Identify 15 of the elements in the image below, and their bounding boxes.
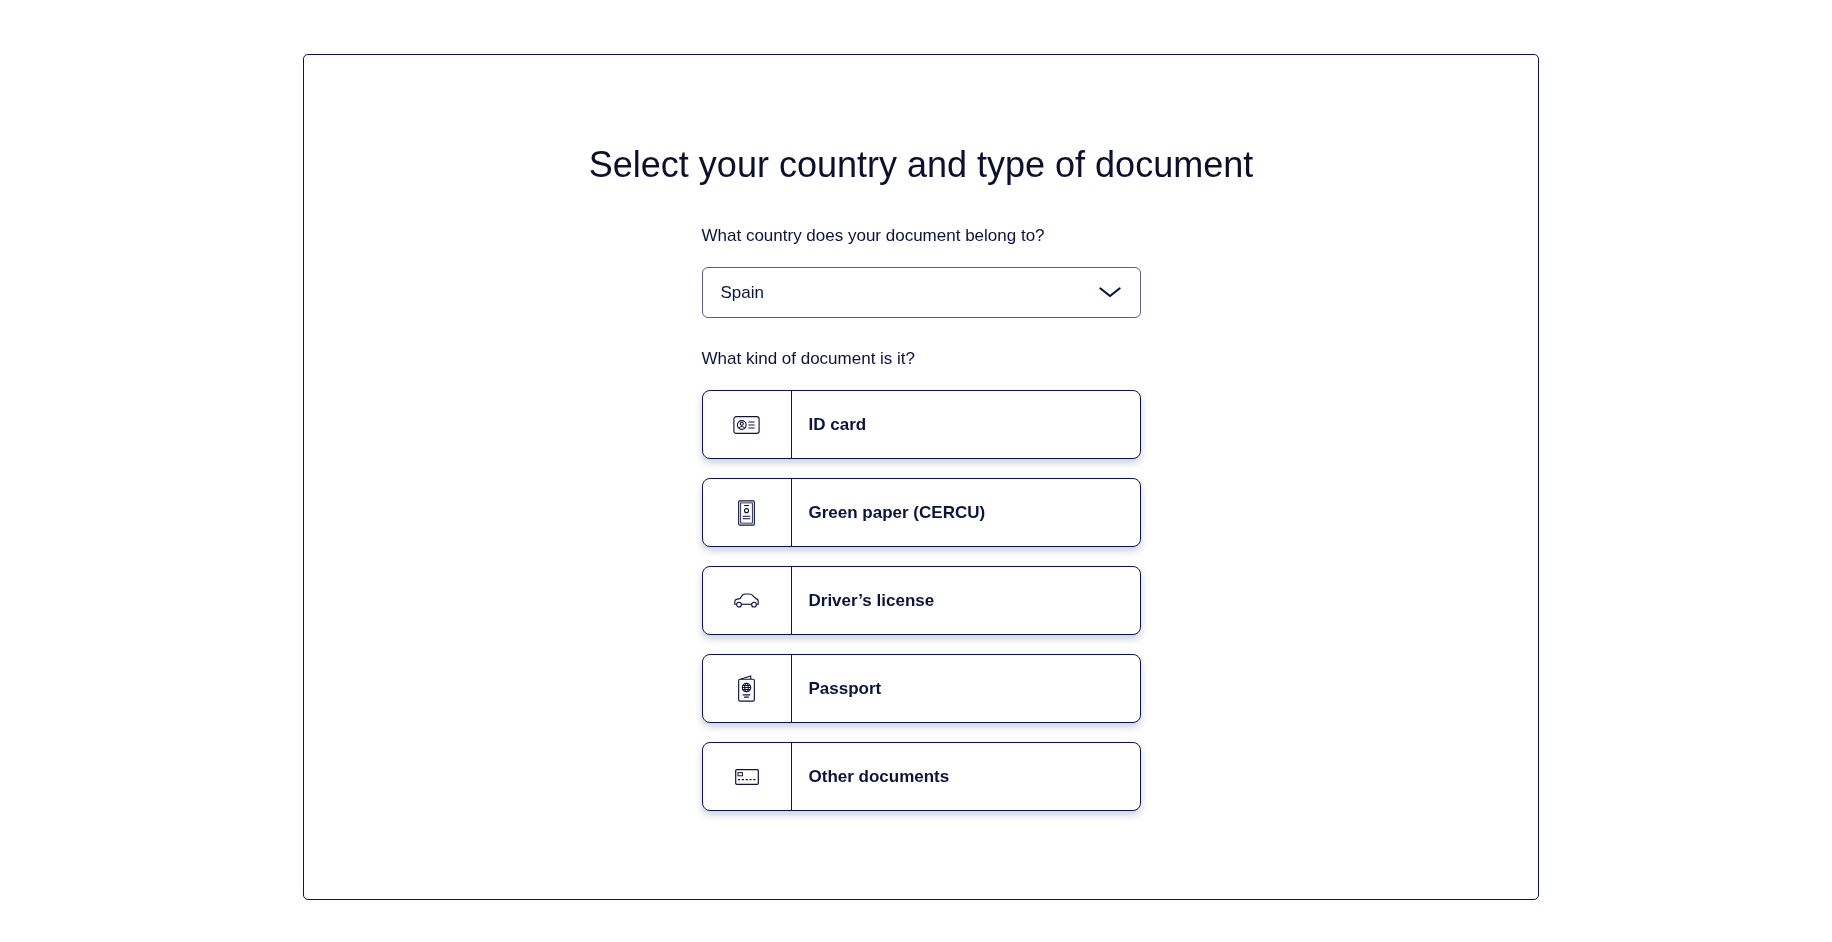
chevron-down-icon bbox=[1098, 287, 1121, 298]
id-card-icon bbox=[733, 415, 760, 434]
page-title: Select your country and type of document bbox=[588, 143, 1254, 187]
document-type-option[interactable]: ID card bbox=[701, 390, 1141, 459]
document-type-option[interactable]: Other documents bbox=[701, 742, 1141, 811]
document-type-option[interactable]: Passport bbox=[701, 654, 1141, 723]
document-icon bbox=[738, 499, 755, 526]
passport-icon bbox=[738, 675, 755, 702]
card-icon bbox=[734, 768, 759, 785]
country-dropdown[interactable]: Spain bbox=[701, 267, 1141, 318]
document-type-option[interactable]: Green paper (CERCU) bbox=[701, 478, 1141, 547]
document-type-option[interactable]: Driver’s license bbox=[701, 566, 1141, 635]
country-question: What country does your document belong to? bbox=[701, 225, 1046, 247]
car-icon bbox=[733, 593, 760, 608]
document-question: What kind of document is it? bbox=[701, 348, 917, 370]
